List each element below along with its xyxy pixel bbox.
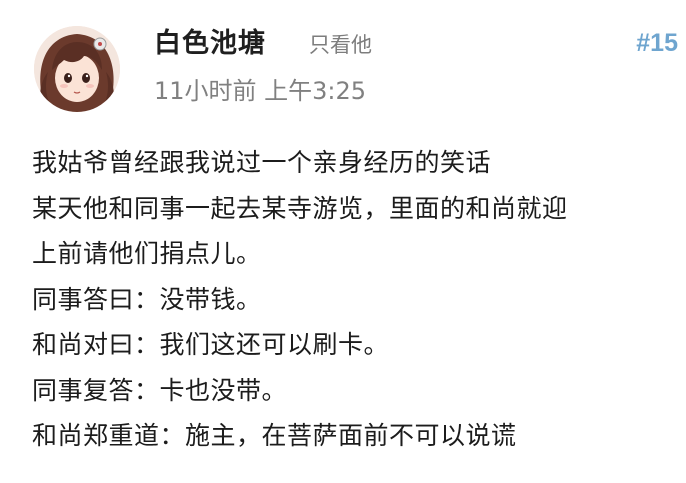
content-line: 我姑爷曾经跟我说过一个亲身经历的笑话 [32,148,492,177]
post-content: 我姑爷曾经跟我说过一个亲身经历的笑话 某天他和同事一起去某寺游览，里面的和尚就迎… [32,140,672,459]
anime-girl-avatar-icon [34,26,120,112]
content-line: 和尚郑重道：施主，在菩萨面前不可以说谎 [32,421,517,450]
only-him-link[interactable]: 只看他 [309,30,372,60]
content-line: 同事答曰：没带钱。 [32,284,262,314]
post-timestamp: 11小时前 上午3:25 [154,77,367,105]
content-line: 同事复答：卡也没带。 [32,375,288,405]
content-line: 上前请他们捐点儿。 [32,239,262,268]
floor-number: #15 [636,29,678,57]
username[interactable]: 白色池塘 [154,26,266,62]
content-line: 某天他和同事一起去某寺游览，里面的和尚就迎 [32,193,568,223]
content-line: 和尚对曰：我们这还可以刷卡。 [32,330,390,359]
user-avatar[interactable] [34,26,120,112]
post-card: 白色池塘 只看他 #15 11小时前 上午3:25 我姑爷曾经跟我说过一个亲身经… [0,0,686,483]
